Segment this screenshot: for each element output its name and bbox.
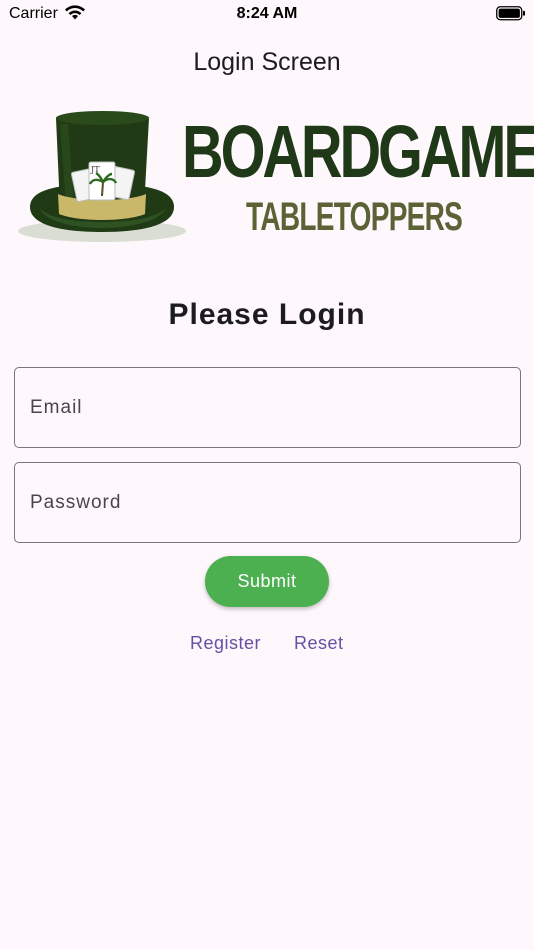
register-link[interactable]: Register	[190, 633, 261, 654]
svg-text:JT: JT	[90, 165, 100, 174]
form-title: Please Login	[168, 298, 366, 331]
page-title: Login Screen	[193, 48, 341, 76]
password-field[interactable]	[14, 462, 521, 543]
logo-title: BOARDGAME	[182, 110, 534, 193]
status-bar: Carrier 8:24 AM	[0, 0, 534, 30]
password-input[interactable]	[15, 463, 520, 542]
login-screen: Carrier 8:24 AM Login Screen JT BOARDGAM…	[0, 0, 534, 950]
top-hat-logo-icon: JT	[18, 111, 186, 242]
email-input[interactable]	[15, 368, 520, 447]
battery-icon	[496, 6, 526, 21]
logo-subtitle: TABLETOPPERS	[246, 195, 463, 239]
email-field[interactable]	[14, 367, 521, 448]
boardgame-tabletoppers-logo: JT BOARDGAME TABLETOPPERS	[16, 104, 534, 248]
submit-button[interactable]: Submit	[205, 556, 329, 607]
reset-link[interactable]: Reset	[294, 633, 344, 654]
status-time: 8:24 AM	[236, 5, 298, 22]
